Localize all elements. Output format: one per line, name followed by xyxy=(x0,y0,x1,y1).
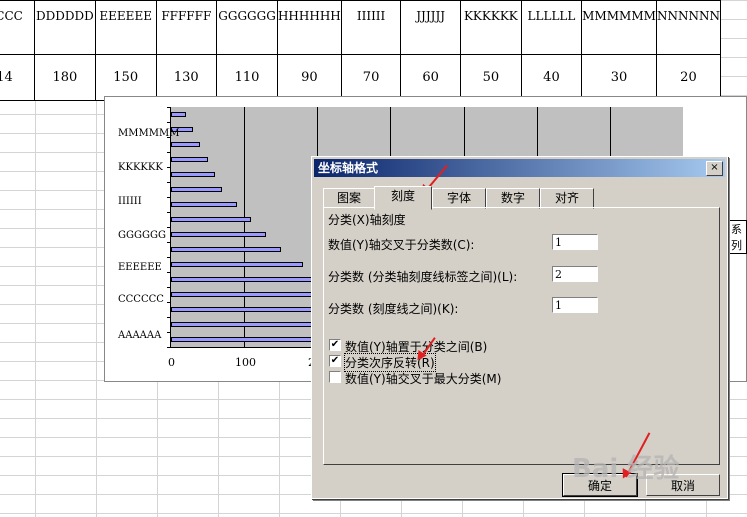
crosses-at-max-label: 数值(Y)轴交叉于最大分类(M) xyxy=(345,372,502,386)
category-tick-label: EEEEEE xyxy=(118,262,162,273)
category-tick-label: IIIIII xyxy=(118,196,142,207)
axis-tick xyxy=(167,152,171,153)
tab-patterns[interactable]: 图案 xyxy=(323,188,375,209)
header-cell[interactable]: KKKKKK xyxy=(460,0,522,55)
header-cell[interactable]: HHHHHH xyxy=(276,0,342,55)
value-cell[interactable]: 90 xyxy=(276,54,342,101)
axis-tick xyxy=(167,137,171,138)
reverse-order-checkbox[interactable]: ✔ xyxy=(329,355,341,367)
tick-mark-interval-label: 分类数 (刻度线之间)(K): xyxy=(328,302,459,316)
tab-number[interactable]: 数字 xyxy=(486,188,540,209)
header-cell[interactable]: JJJJJJ xyxy=(400,0,461,55)
value-cell[interactable]: 110 xyxy=(216,54,278,101)
value-cell[interactable]: 50 xyxy=(460,54,522,101)
legend-fragment: 系列 xyxy=(728,220,747,254)
crosses-at-input[interactable]: 1 xyxy=(552,234,598,250)
axis-tick xyxy=(167,317,171,318)
value-cell[interactable]: 180 xyxy=(33,54,96,101)
header-row: CCCC DDDDDD EEEEEE FFFFFF GGGGGG HHHHHH … xyxy=(0,0,722,55)
bar[interactable] xyxy=(171,202,237,207)
axis-tick xyxy=(167,302,171,303)
axis-tick xyxy=(167,107,171,108)
axis-tick xyxy=(167,227,171,228)
crosses-at-max-checkbox[interactable] xyxy=(329,371,341,383)
close-button[interactable]: × xyxy=(706,161,723,176)
dialog-titlebar[interactable]: 坐标轴格式 × xyxy=(314,159,725,177)
axis-tick xyxy=(167,167,171,168)
value-cell[interactable]: 40 xyxy=(520,54,583,101)
tab-scale[interactable]: 刻度 xyxy=(374,186,432,210)
axis-tick xyxy=(167,122,171,123)
axis-tick xyxy=(167,257,171,258)
bar[interactable] xyxy=(171,187,222,192)
axis-tick xyxy=(167,347,171,348)
value-tick-label: 0 xyxy=(168,356,175,369)
value-cell[interactable]: 60 xyxy=(400,54,461,101)
bar[interactable] xyxy=(171,172,215,177)
header-cell[interactable]: CCCC xyxy=(0,0,35,55)
scale-panel: 分类(X)轴刻度 数值(Y)轴交叉于分类数(C): 1 分类数 (分类轴刻度线标… xyxy=(323,207,720,465)
bar[interactable] xyxy=(171,142,200,147)
header-cell[interactable]: LLLLLL xyxy=(520,0,583,55)
axis-tick xyxy=(167,287,171,288)
header-cell[interactable]: FFFFFF xyxy=(155,0,218,55)
bar[interactable] xyxy=(171,217,251,222)
bar[interactable] xyxy=(171,157,208,162)
bar[interactable] xyxy=(171,112,186,117)
axis-tick xyxy=(167,212,171,213)
section-title: 分类(X)轴刻度 xyxy=(328,213,406,227)
tick-mark-interval-input[interactable]: 1 xyxy=(552,297,598,313)
axis-tick xyxy=(167,242,171,243)
header-cell[interactable]: MMMMMM xyxy=(581,0,657,55)
value-cell[interactable]: 70 xyxy=(340,54,402,101)
dialog-title: 坐标轴格式 xyxy=(318,161,379,175)
watermark: Bai 经验 xyxy=(572,454,680,484)
header-cell[interactable]: DDDDDD xyxy=(33,0,96,55)
value-cell[interactable]: 30 xyxy=(581,54,657,101)
bar[interactable] xyxy=(171,232,266,237)
category-tick-label: AAAAAA xyxy=(118,330,162,341)
header-cell[interactable]: IIIIII xyxy=(340,0,402,55)
value-cell[interactable]: 130 xyxy=(155,54,218,101)
header-cell[interactable]: GGGGGG xyxy=(216,0,278,55)
category-tick-label: CCCCCC xyxy=(118,294,164,305)
bar[interactable] xyxy=(171,247,281,252)
axis-tick xyxy=(167,332,171,333)
between-categories-checkbox[interactable]: ✔ xyxy=(329,339,341,351)
value-tick-label: 100 xyxy=(235,356,256,369)
bar[interactable] xyxy=(171,277,325,282)
data-table: CCCC DDDDDD EEEEEE FFFFFF GGGGGG HHHHHH … xyxy=(0,0,722,101)
value-row: 14 180 150 130 110 90 70 60 50 40 30 20 xyxy=(0,54,722,101)
category-tick-label: KKKKKK xyxy=(118,162,163,173)
tick-label-interval-label: 分类数 (分类轴刻度线标签之间)(L): xyxy=(328,270,518,284)
tick-label-interval-input[interactable]: 2 xyxy=(552,266,598,282)
category-tick-label: MMMMMM xyxy=(118,128,180,139)
axis-tick xyxy=(167,182,171,183)
header-cell[interactable]: EEEEEE xyxy=(94,0,157,55)
tab-font[interactable]: 字体 xyxy=(432,188,486,209)
value-cell[interactable]: 150 xyxy=(94,54,157,101)
tab-alignment[interactable]: 对齐 xyxy=(540,188,594,209)
axis-tick xyxy=(167,197,171,198)
value-cell[interactable]: 14 xyxy=(0,54,35,101)
category-tick-label: GGGGGG xyxy=(118,230,166,241)
bar[interactable] xyxy=(171,262,303,267)
axis-tick xyxy=(167,272,171,273)
header-cell[interactable]: NNNNNN xyxy=(655,0,722,55)
value-cell[interactable]: 20 xyxy=(655,54,722,101)
crosses-at-label: 数值(Y)轴交叉于分类数(C): xyxy=(328,238,475,252)
